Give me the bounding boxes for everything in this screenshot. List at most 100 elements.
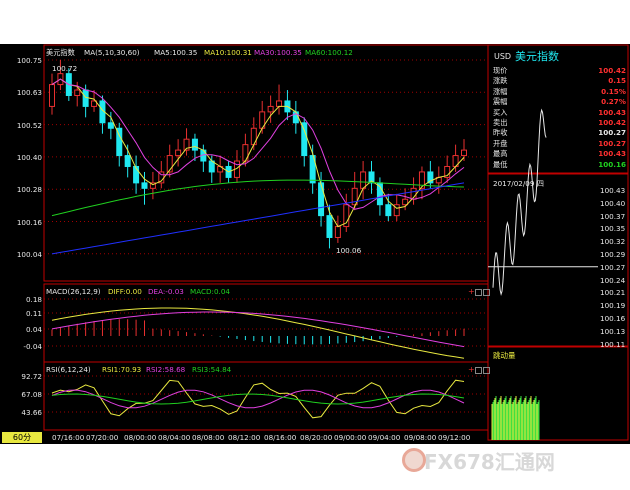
candle-body: [318, 182, 325, 217]
rsi-restore-icon[interactable]: [475, 367, 482, 374]
main-pane-frame: [43, 44, 489, 282]
candle-body: [360, 171, 367, 189]
intraday-tick: 100.32: [600, 237, 626, 247]
candle-body: [141, 182, 148, 189]
x-tick: 08/00:00: [124, 433, 157, 442]
rsi-title: RSI(6,12,24): [46, 365, 91, 374]
chart-canvas: [43, 44, 629, 441]
rsi-close-icon[interactable]: [483, 367, 490, 374]
intraday-tick: 100.40: [600, 198, 626, 208]
quote-value: 100.42: [598, 66, 626, 75]
intraday-tick: 100.16: [600, 314, 626, 323]
x-tick: 08/04:00: [158, 433, 191, 442]
main-y-tick: 100.04: [16, 249, 42, 259]
macd-dea-line: [51, 311, 465, 348]
rsi2-line: [51, 389, 465, 409]
macd-close-icon[interactable]: [483, 289, 490, 296]
main-y-tick: 100.40: [16, 152, 42, 162]
intraday-date: 2017/02/09 四: [493, 179, 544, 188]
quote-value: 0.15: [608, 76, 626, 86]
candle-body: [124, 155, 131, 167]
instrument-title: 美元指数: [46, 48, 75, 57]
candle-body: [276, 100, 283, 107]
rsi1-line: [51, 379, 465, 419]
quote-value: 100.27: [598, 138, 626, 148]
main-y-tick: 100.52: [16, 120, 42, 130]
side-name: 美元指数: [515, 50, 559, 63]
intraday-tick: 100.19: [600, 301, 626, 311]
quote-label: 最高: [493, 149, 508, 159]
intraday-tick: 100.37: [600, 211, 626, 221]
candle-body: [301, 122, 308, 157]
intraday-tick: 100.29: [600, 250, 626, 259]
watermark-logo-icon: [402, 448, 426, 472]
main-y-tick: 100.75: [16, 56, 42, 65]
watermark: FX678汇通网: [424, 450, 555, 474]
intraday-tick: 100.11: [600, 339, 626, 349]
macd-title: MACD(26,12,9): [46, 287, 101, 296]
intraday-tick: 100.35: [600, 224, 626, 234]
ma-params: MA(5,10,30,60): [84, 48, 140, 57]
rsi-y-tick: 67.08: [21, 390, 42, 399]
ma30-line: [51, 78, 465, 210]
main-y-tick: 100.28: [16, 185, 42, 195]
ma5-value: MA5:100.35: [154, 48, 198, 57]
candle-body: [49, 84, 55, 107]
x-tick: 08/08:00: [192, 433, 225, 442]
x-tick: 09/00:00: [334, 433, 367, 442]
quote-label: 涨幅: [493, 86, 508, 96]
quote-value: 100.16: [598, 159, 626, 169]
quote-value: 0.15%: [601, 86, 626, 96]
x-tick: 07/16:00: [52, 433, 85, 442]
quote-label: 卖出: [493, 118, 508, 127]
quote-value: 100.42: [598, 118, 626, 127]
intraday-tick: 100.43: [600, 186, 626, 195]
x-tick: 08/16:00: [264, 433, 297, 442]
main-y-tick: 100.63: [16, 88, 42, 98]
intraday-tick: 100.21: [600, 288, 626, 298]
x-tick: 07/20:00: [86, 433, 119, 442]
ma-green-line: [51, 179, 465, 217]
x-tick: 09/08:00: [404, 433, 437, 442]
candle-body: [461, 149, 467, 157]
candle-body: [385, 204, 392, 217]
x-tick: 09/12:00: [438, 433, 471, 442]
quote-label: 现价: [493, 66, 508, 75]
ma60-value: MA60:100.12: [305, 48, 353, 57]
candle-body: [74, 89, 81, 96]
macd-restore-icon[interactable]: [475, 289, 482, 296]
quote-value: 100.43: [598, 149, 626, 159]
x-tick: 08/12:00: [228, 433, 261, 442]
candle-body: [267, 105, 274, 113]
rsi2-value: RSI2:58.68: [146, 365, 186, 374]
rsi3-value: RSI3:54.84: [192, 365, 232, 374]
quote-label: 买入: [493, 107, 508, 117]
max-label: 100.72: [52, 64, 78, 73]
intraday-tick: 100.13: [600, 326, 626, 336]
macd-y-tick: 0.18: [25, 295, 42, 304]
volume-title: 跳动量: [493, 351, 516, 360]
quote-value: 0.27%: [601, 97, 626, 107]
period-button[interactable]: 60分: [2, 432, 42, 443]
rsi1-value: RSI1:70.93: [102, 365, 142, 374]
main-y-tick: 100.16: [16, 217, 42, 227]
macd-diff: DIFF:0.00: [108, 287, 142, 296]
candle-body: [334, 226, 341, 238]
macd-value: MACD:0.04: [190, 287, 230, 296]
rsi-add-icon[interactable]: +: [468, 365, 475, 374]
candle-body: [326, 215, 333, 238]
quote-label: 开盘: [493, 138, 508, 148]
candle-body: [175, 149, 182, 157]
x-tick: 09/04:00: [368, 433, 401, 442]
candle-body: [191, 138, 198, 151]
macd-add-icon[interactable]: +: [468, 287, 475, 296]
macd-diff-line: [51, 307, 465, 359]
quote-label: 最低: [493, 159, 508, 169]
quote-label: 震幅: [493, 97, 508, 107]
ma30-value: MA30:100.35: [254, 48, 302, 57]
ma60-line: [51, 182, 465, 255]
quote-label: 涨跌: [493, 76, 508, 86]
rsi3-line: [51, 393, 465, 405]
candle-body: [82, 89, 89, 107]
macd-y-tick: 0.11: [25, 309, 42, 318]
